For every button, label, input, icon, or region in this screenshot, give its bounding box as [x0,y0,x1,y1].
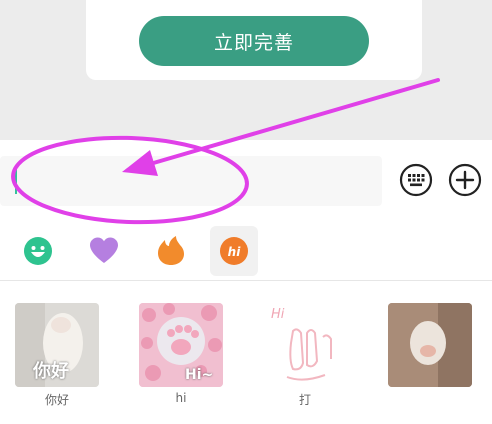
hi-bubble-icon: hi [220,237,248,265]
sticker-overlay-text: 你好 [33,361,69,382]
sticker-overlay-text: Hi [271,307,285,322]
flame-icon[interactable] [156,236,186,266]
heart-icon[interactable] [89,236,119,266]
hi-bubble-text: hi [228,245,242,259]
brown-cat-image [388,303,472,387]
emoji-category-tabs: hi [0,222,492,280]
sticker-panel: 你好 你好 Hi~ hi Hi 打 [0,281,492,424]
sticker-overlay-text: Hi~ [185,367,214,383]
tab-hi-selected[interactable]: hi [210,226,258,276]
smiley-icon[interactable] [23,236,53,266]
sticker-item[interactable]: 你好 [15,303,99,387]
sticker-item[interactable]: Hi [263,303,347,387]
plus-circle-icon[interactable] [448,163,482,197]
sticker-label: hi [175,391,187,405]
sticker-item[interactable] [388,303,472,387]
complete-profile-button[interactable]: 立即完善 [139,16,369,66]
sticker-item[interactable]: Hi~ [139,303,223,387]
sticker-label: 你好 [44,393,69,407]
keyboard-icon[interactable] [399,163,433,197]
text-caret [15,168,17,194]
sticker-label: 打 [298,393,311,407]
message-input[interactable] [0,156,382,206]
